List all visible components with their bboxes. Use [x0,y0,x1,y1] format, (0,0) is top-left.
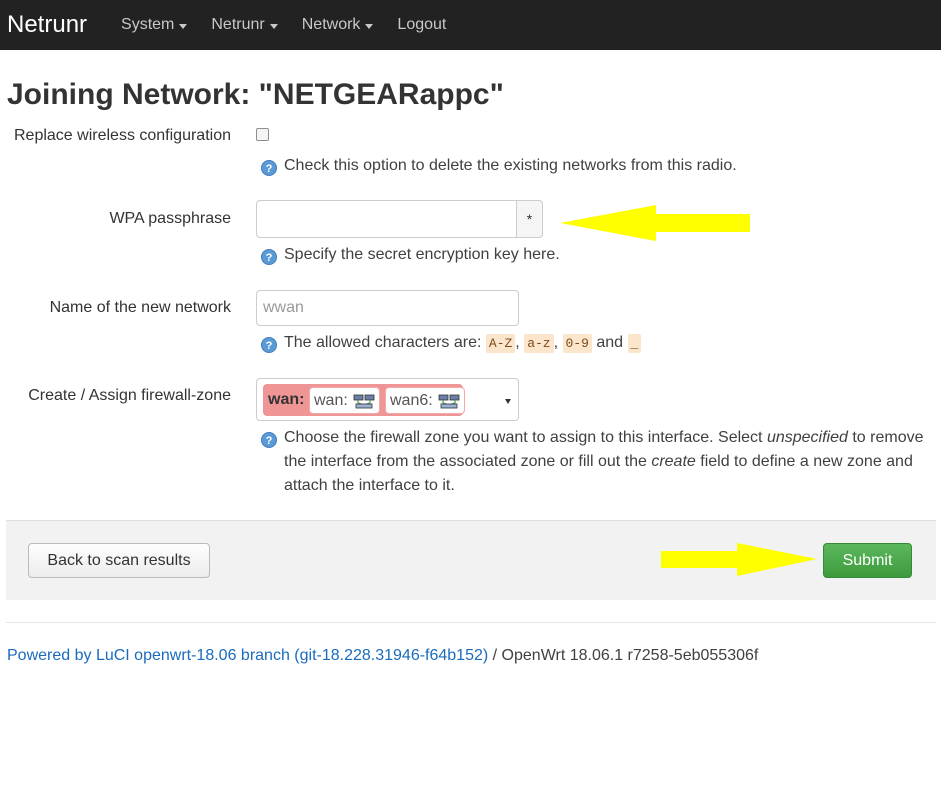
dropdown-arrow-icon[interactable] [505,399,511,404]
allowed-chars-uppercase: A-Z [485,334,516,353]
chevron-down-icon [365,23,374,29]
network-name-help-text: The allowed characters are: [284,334,482,351]
brand-logo[interactable]: Netrunr [7,11,87,39]
network-name-input[interactable]: wwan [256,290,519,326]
zone-chip-wan-label: wan: [314,391,348,409]
zone-chip-wan: wan: [309,387,380,414]
replace-config-label: Replace wireless configuration [14,127,231,144]
network-name-label: Name of the new network [49,299,231,316]
nav-logout-label: Logout [397,16,447,33]
network-name-value: wwan [263,299,304,316]
wpa-passphrase-input[interactable] [256,200,517,238]
help-circle-icon: ? [261,249,277,265]
nav-netrunr-label: Netrunr [211,16,265,33]
top-navbar: Netrunr System Netrunr Network Logout [0,0,941,50]
nav-network[interactable]: Network [290,0,386,50]
firewall-zone-label: Create / Assign firewall-zone [28,387,231,404]
wpa-passphrase-help-text: Specify the secret encryption key here. [284,246,560,263]
sep-3: and [596,334,624,351]
replace-config-checkbox[interactable] [256,128,269,141]
replace-config-help-text: Check this option to delete the existing… [284,157,737,174]
network-name-help: ? The allowed characters are: A-Z, a-z, 0… [261,331,642,356]
help-circle-icon: ? [261,432,277,448]
wpa-passphrase-label: WPA passphrase [109,210,231,227]
allowed-chars-lowercase: a-z [524,334,554,353]
firewall-help-part1: Choose the firewall zone you want to ass… [284,429,763,446]
zone-wan-name: wan: [268,391,305,408]
nav-system[interactable]: System [109,0,199,50]
footer-divider [6,622,936,623]
submit-button[interactable]: Submit [823,543,912,578]
wpa-passphrase-help: ? Specify the secret encryption key here. [261,243,560,267]
help-circle-icon: ? [261,160,277,176]
replace-config-help: ? Check this option to delete the existin… [261,154,737,178]
luci-powered-by-link[interactable]: Powered by LuCI openwrt-18.06 branch (gi… [7,647,488,664]
nav-network-label: Network [301,16,361,33]
chevron-down-icon [269,23,278,29]
sep-2: , [553,334,559,351]
reveal-password-button[interactable]: * [516,200,543,238]
sep-1: , [515,334,520,351]
chevron-down-icon [179,23,188,29]
nav-system-label: System [121,16,175,33]
network-ports-icon [438,394,460,408]
page-title: Joining Network: "NETGEARappc" [7,78,504,111]
back-to-scan-results-button[interactable]: Back to scan results [28,543,210,578]
footer: Powered by LuCI openwrt-18.06 branch (gi… [7,647,758,665]
nav-netrunr[interactable]: Netrunr [199,0,289,50]
zone-chip-wan6: wan6: [385,387,465,414]
zone-chip-wan6-label: wan6: [390,391,433,409]
arrow-annotation-passphrase [560,205,750,241]
firewall-zone-select[interactable]: wan: wan: wan6: [256,378,519,421]
arrow-annotation-submit [661,543,817,576]
network-ports-icon [353,394,375,408]
nav-logout[interactable]: Logout [385,0,458,50]
openwrt-version: / OpenWrt 18.06.1 r7258-5eb055306f [492,647,759,664]
allowed-chars-digits: 0-9 [562,334,592,353]
allowed-chars-underscore: _ [627,334,642,353]
firewall-help-create: create [651,453,696,470]
firewall-zone-help-text: Choose the firewall zone you want to ass… [284,426,941,498]
help-circle-icon: ? [261,337,277,353]
firewall-help-unspecified: unspecified [766,429,848,446]
